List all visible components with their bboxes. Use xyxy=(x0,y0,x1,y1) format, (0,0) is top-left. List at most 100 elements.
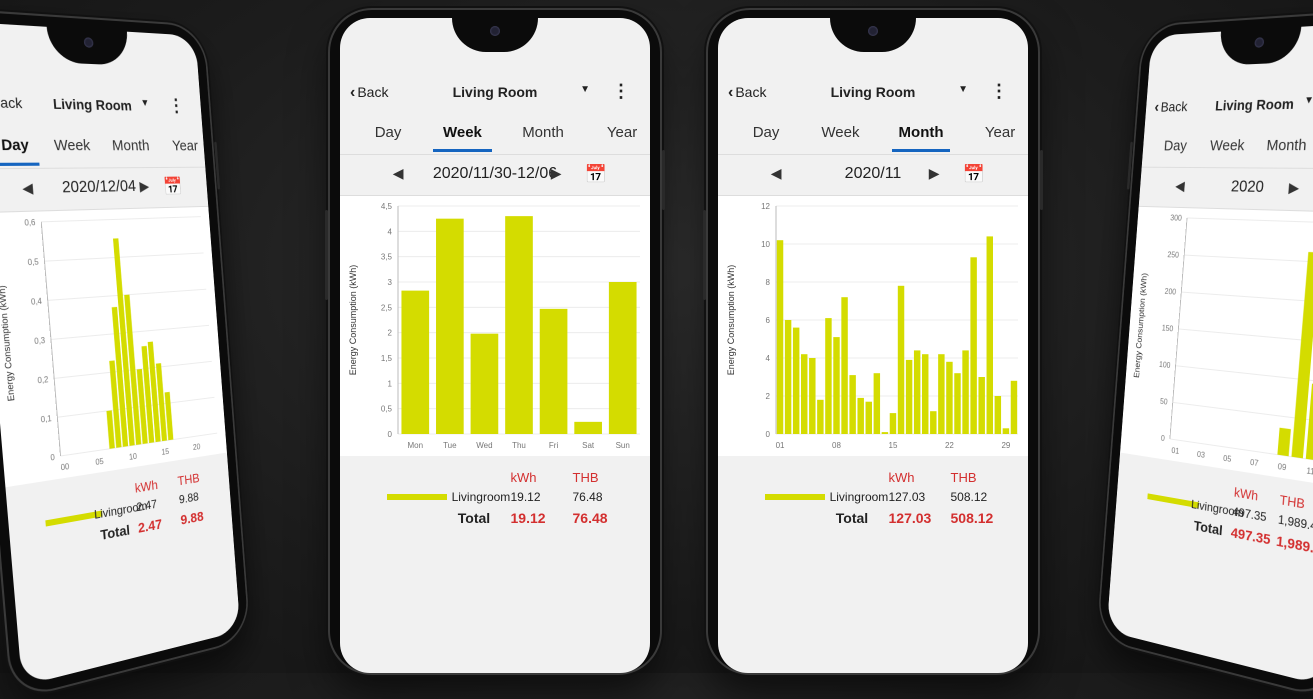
bar-sun[interactable] xyxy=(608,282,637,434)
bar[interactable] xyxy=(857,397,864,434)
dropdown-caret-icon[interactable]: ▼ xyxy=(958,84,968,95)
next-period-icon[interactable]: ▶ xyxy=(139,178,150,195)
room-selector[interactable]: Living Room xyxy=(718,84,1028,100)
tab-year[interactable]: Year xyxy=(166,138,205,155)
bar[interactable] xyxy=(922,354,929,434)
bar-wed[interactable] xyxy=(470,333,499,434)
total-label: Total xyxy=(1193,517,1224,539)
bar[interactable] xyxy=(946,361,953,434)
bar[interactable] xyxy=(817,399,824,434)
dropdown-caret-icon[interactable]: ▼ xyxy=(580,84,590,95)
bar-fri[interactable] xyxy=(539,308,568,434)
bar-chart-svg: Energy Consumption (kWh) 0 0,1 0,2 0,3 0,4 0,5… xyxy=(0,207,227,473)
tab-label: Year xyxy=(984,124,1016,141)
bar[interactable] xyxy=(1277,427,1291,457)
y-tick-label: 0,3 xyxy=(34,336,46,346)
bar[interactable] xyxy=(978,377,985,434)
next-period-icon[interactable]: ▶ xyxy=(1288,179,1300,197)
bar[interactable] xyxy=(986,236,993,434)
tab-week[interactable]: Week xyxy=(49,137,94,155)
bar[interactable] xyxy=(905,359,913,434)
more-options-icon[interactable]: ⋮ xyxy=(168,96,185,117)
calendar-icon[interactable]: 📅 xyxy=(963,164,985,185)
bar[interactable] xyxy=(106,409,115,449)
bar[interactable] xyxy=(913,350,921,434)
total-label: Total xyxy=(835,510,869,526)
total-label: Total xyxy=(457,510,491,526)
bar[interactable] xyxy=(1002,428,1010,434)
tab-week[interactable]: Week xyxy=(811,124,870,141)
bar[interactable] xyxy=(849,375,856,434)
bar[interactable] xyxy=(776,240,784,434)
y-tick-label: 0 xyxy=(766,430,771,439)
bar[interactable] xyxy=(897,285,905,434)
bar[interactable] xyxy=(865,401,872,434)
x-tick-label: 00 xyxy=(60,462,70,473)
tab-year[interactable]: Year xyxy=(972,124,1028,141)
bar[interactable] xyxy=(938,354,945,434)
side-button xyxy=(1126,141,1133,190)
tab-label: Month xyxy=(522,124,564,141)
tab-week[interactable]: Week xyxy=(1206,137,1249,154)
tab-label: Year xyxy=(171,137,199,155)
active-tab-indicator xyxy=(0,162,40,167)
next-period-icon[interactable]: ▶ xyxy=(929,165,940,182)
bar-thu[interactable] xyxy=(505,216,533,434)
bar[interactable] xyxy=(809,358,816,434)
tab-year[interactable]: Year xyxy=(594,124,650,141)
bar[interactable] xyxy=(825,318,832,434)
bar[interactable] xyxy=(801,354,808,434)
bar[interactable] xyxy=(784,320,792,434)
bar[interactable] xyxy=(889,413,897,434)
x-tick-label: 01 xyxy=(776,441,785,450)
more-options-icon[interactable]: ⋮ xyxy=(990,81,1008,102)
grid-line xyxy=(1176,366,1313,384)
bar-mon[interactable] xyxy=(401,290,430,434)
app-bar: ‹Back Living Room ▼ ⋮ xyxy=(340,70,650,118)
grid-line xyxy=(45,253,204,261)
tab-week[interactable]: Week xyxy=(433,124,492,152)
bar-chart-svg: Energy Consumption (kWh) 0 2 4 6 8 10 12 01 08 15 2… xyxy=(726,202,1018,450)
tab-month[interactable]: Month xyxy=(109,137,152,154)
tab-day[interactable]: Day xyxy=(359,124,418,141)
bar-sat[interactable] xyxy=(574,421,602,434)
consumption-legend: kWh THB Livingroom 497.35 1,989.40 Total… xyxy=(1113,466,1313,585)
device-kwh: 127.03 xyxy=(888,490,926,504)
bar[interactable] xyxy=(954,373,961,434)
bar[interactable] xyxy=(962,350,969,434)
camera-icon xyxy=(868,26,878,36)
tab-day[interactable]: Day xyxy=(737,124,796,141)
more-options-icon[interactable]: ⋮ xyxy=(612,81,630,102)
bar[interactable] xyxy=(881,432,889,434)
x-tick-label: 08 xyxy=(832,441,841,450)
bar[interactable] xyxy=(833,337,840,434)
grid-line xyxy=(1187,218,1313,223)
bar[interactable] xyxy=(1010,380,1018,434)
bar[interactable] xyxy=(873,373,881,434)
calendar-icon[interactable]: 📅 xyxy=(585,164,607,185)
bar-tue[interactable] xyxy=(436,218,464,434)
bar[interactable] xyxy=(994,396,1002,434)
phone-month: ‹ Back Living Room ▼ ⋮ Day Week Month Year ◀… xyxy=(703,10,1043,673)
tab-day[interactable]: Day xyxy=(1155,138,1196,155)
dropdown-caret-icon[interactable]: ▼ xyxy=(140,98,150,109)
kwh-header: kWh xyxy=(134,477,159,496)
bar[interactable] xyxy=(970,257,977,434)
bar[interactable] xyxy=(792,327,800,434)
bar[interactable] xyxy=(930,411,937,434)
room-selector[interactable]: Living Room xyxy=(340,84,650,100)
x-tick-label: Tue xyxy=(443,441,457,450)
bar[interactable] xyxy=(841,297,848,434)
y-tick-label: 10 xyxy=(761,240,770,249)
room-selector[interactable]: Living Room xyxy=(1146,93,1313,115)
dropdown-caret-icon[interactable]: ▼ xyxy=(1304,95,1313,107)
y-tick-label: 1 xyxy=(388,379,393,388)
calendar-icon[interactable]: 📅 xyxy=(162,177,183,198)
tab-day[interactable]: Day xyxy=(0,136,40,167)
tab-month[interactable]: Month xyxy=(514,124,573,141)
x-tick-label: 15 xyxy=(161,447,170,457)
next-period-icon[interactable]: ▶ xyxy=(551,165,562,182)
energy-chart: Energy Consumption (kWh) 0 0,5 1 1,5 2 2,5 3 3,5… xyxy=(340,196,650,456)
tab-month[interactable]: Month xyxy=(891,124,951,152)
tab-month[interactable]: Month xyxy=(1264,137,1310,155)
